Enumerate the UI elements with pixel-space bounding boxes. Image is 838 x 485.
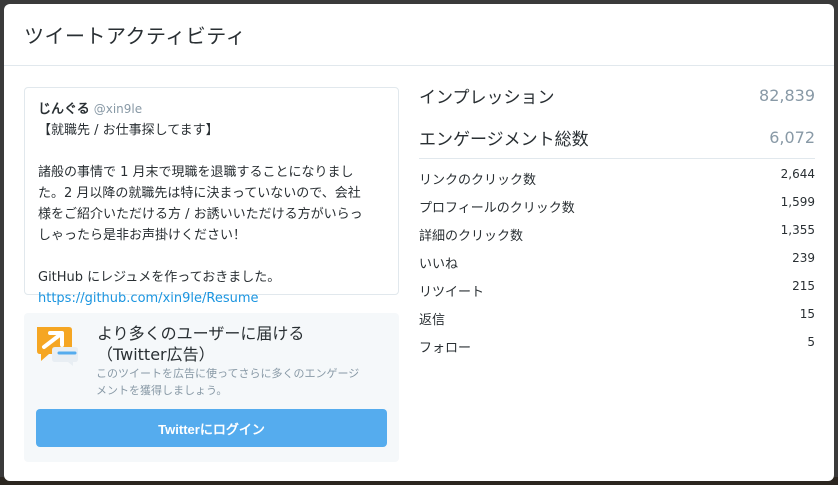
metric-value: 2,644 — [780, 167, 815, 181]
tweet-link[interactable]: https://github.com/xin9le/Resume — [38, 288, 386, 309]
tweet-text-line: 諸般の事情で 1 月末で現職を退職することになりまし — [38, 165, 354, 180]
promote-description: このツイートを広告に使ってさらに多くのエンゲージ メントを獲得しましょう。 — [96, 365, 386, 399]
promote-desc-line1: このツイートを広告に使ってさらに多くのエンゲージ — [96, 367, 360, 380]
tweet-text: 【就職先 / お仕事探してます】 諸般の事情で 1 月末で現職を退職することにな… — [38, 120, 386, 288]
metric-label: リツイート — [419, 284, 485, 300]
tweet-activity-modal: ツイートアクティビティ じんぐる @xin9le 【就職先 / お仕事探してます】… — [4, 4, 834, 481]
promote-desc-line2: メントを獲得しましょう。 — [96, 384, 228, 397]
promote-title: より多くのユーザーに届ける （Twitter広告） — [97, 323, 387, 365]
metric-label: フォロー — [419, 340, 472, 356]
metric-value: 215 — [792, 279, 815, 293]
metrics-divider — [419, 158, 815, 159]
impressions-value: 82,839 — [759, 85, 815, 105]
metric-label: リンクのクリック数 — [419, 172, 537, 188]
tweet-text-line: た。2 月以降の就職先は特に決まっていないので、会社 — [38, 186, 361, 201]
tweet-text-line — [38, 246, 386, 267]
tweet-card[interactable]: じんぐる @xin9le 【就職先 / お仕事探してます】 諸般の事情で 1 月末… — [24, 87, 399, 306]
metric-value: 5 — [807, 335, 815, 349]
metric-label: プロフィールのクリック数 — [419, 200, 575, 216]
tweet-header: じんぐる @xin9le — [38, 100, 386, 119]
metric-label: いいね — [419, 256, 459, 272]
modal-title: ツイートアクティビティ — [24, 24, 247, 48]
metric-label: 返信 — [419, 312, 446, 328]
promote-title-line1: より多くのユーザーに届ける — [97, 324, 305, 343]
megaphone-chat-icon — [35, 325, 80, 367]
metrics-panel: インプレッション 82,839 エンゲージメント総数 6,072 リンクのクリッ… — [419, 80, 815, 357]
promote-panel: より多くのユーザーに届ける （Twitter広告） このツイートを広告に使ってさ… — [24, 313, 399, 462]
tweet-text-line: 様をご紹介いただける方 / お誘いいただける方がいらっ — [38, 207, 363, 222]
metric-row-detail-expands: 詳細のクリック数 1,355 — [419, 217, 815, 245]
engagements-label: エンゲージメント総数 — [419, 129, 589, 150]
engagement-breakdown-list: リンクのクリック数 2,644 プロフィールのクリック数 1,599 詳細のクリ… — [419, 161, 815, 357]
promote-title-line2: （Twitter広告） — [97, 345, 215, 364]
modal-header: ツイートアクティビティ — [4, 4, 834, 66]
tweet-author-name[interactable]: じんぐる — [38, 102, 90, 117]
metric-row-retweets: リツイート 215 — [419, 273, 815, 301]
metric-label: 詳細のクリック数 — [419, 228, 524, 244]
metric-value: 1,599 — [780, 195, 815, 209]
metric-row-replies: 返信 15 — [419, 301, 815, 329]
twitter-login-button[interactable]: Twitterにログイン — [36, 409, 387, 447]
metric-value: 239 — [792, 251, 815, 265]
metric-value: 15 — [799, 307, 815, 321]
tweet-text-line — [38, 141, 386, 162]
metric-row-likes: いいね 239 — [419, 245, 815, 273]
modal-body: じんぐる @xin9le 【就職先 / お仕事探してます】 諸般の事情で 1 月末… — [4, 66, 834, 480]
metric-value: 1,355 — [780, 223, 815, 237]
engagements-value: 6,072 — [769, 127, 815, 147]
metric-row-link-clicks: リンクのクリック数 2,644 — [419, 161, 815, 189]
tweet-text-line: 【就職先 / お仕事探してます】 — [38, 123, 219, 138]
tweet-text-line: GitHub にレジュメを作っておきました。 — [38, 270, 281, 285]
tweet-author-handle[interactable]: @xin9le — [94, 102, 142, 116]
engagements-row: エンゲージメント総数 6,072 — [419, 124, 815, 150]
tweet-text-line: しゃったら是非お声掛けください！ — [38, 228, 247, 243]
impressions-row: インプレッション 82,839 — [419, 82, 815, 108]
metric-row-profile-clicks: プロフィールのクリック数 1,599 — [419, 189, 815, 217]
impressions-label: インプレッション — [419, 87, 555, 108]
metric-row-follows: フォロー 5 — [419, 329, 815, 357]
